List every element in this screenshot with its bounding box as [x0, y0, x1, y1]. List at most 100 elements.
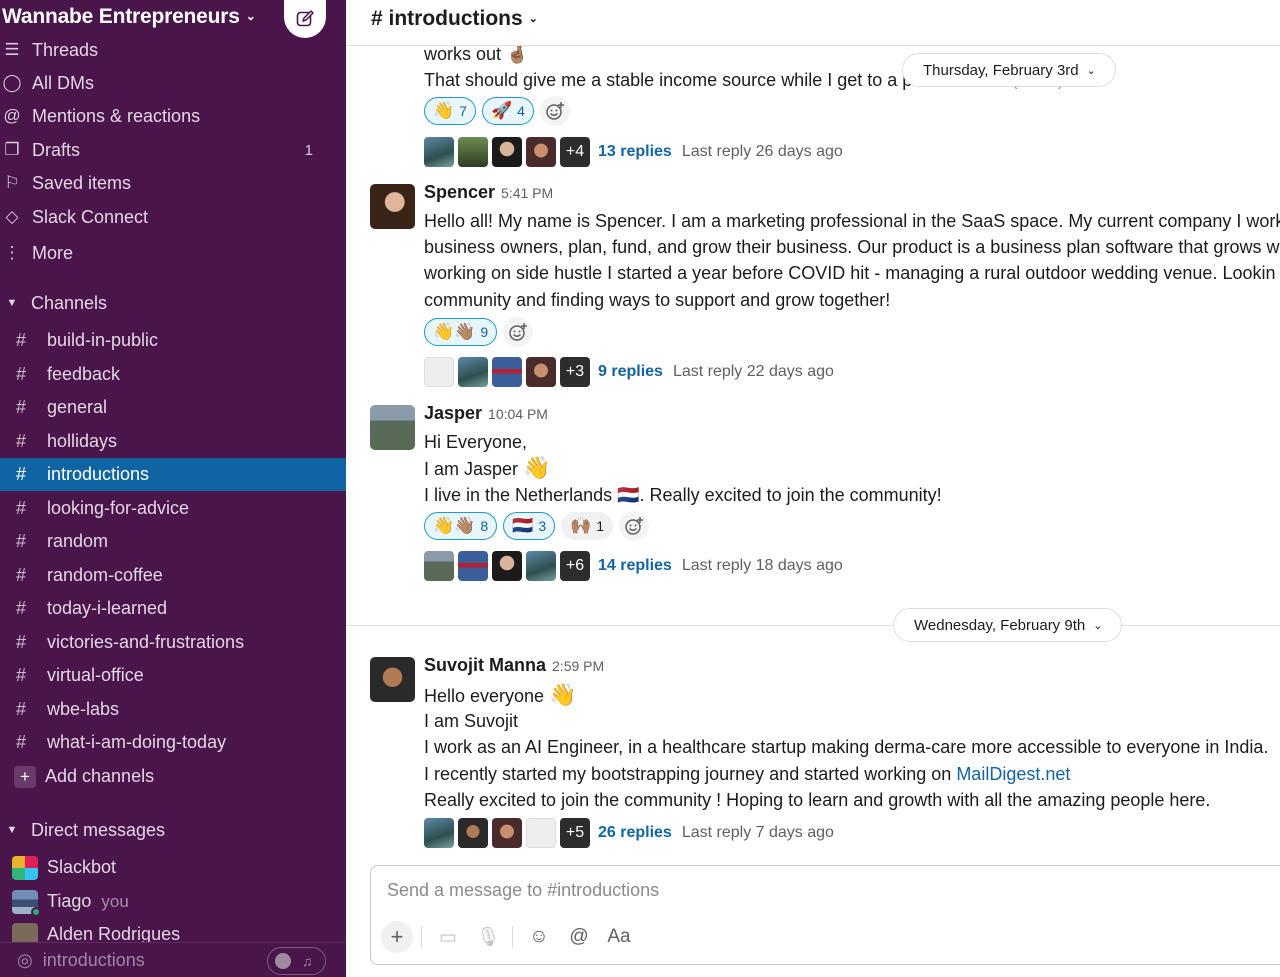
reaction-pill[interactable]: 👋👋🏽 9 [424, 318, 498, 346]
message-text: Hello all! My name is Spencer. I am a ma… [424, 211, 1280, 231]
bookmark-icon: ⚐ [4, 173, 20, 192]
dm-tiago[interactable]: Tiago you [0, 885, 346, 918]
at-icon: @ [3, 106, 21, 125]
channel-label: wbe-labs [47, 699, 120, 719]
nav-label: Saved items [32, 172, 132, 193]
channel-build-in-public[interactable]: # build-in-public [0, 324, 346, 357]
channel-label: what-i-am-doing-today [47, 732, 227, 752]
channel-looking-for-advice[interactable]: # looking-for-advice [0, 492, 346, 525]
sender-name[interactable]: Suvojit Manna [424, 655, 546, 675]
connect-icon: ◇ [5, 207, 19, 226]
channel-random-coffee[interactable]: # random-coffee [0, 559, 346, 592]
avatar [526, 137, 556, 167]
channel-label: random-coffee [47, 565, 163, 585]
date-label: Thursday, February 3rd [923, 61, 1079, 79]
toggle-knob [275, 953, 291, 969]
date-divider-button[interactable]: Wednesday, February 9th ⌄ [893, 608, 1123, 642]
channel-random[interactable]: # random [0, 525, 346, 558]
reaction-count: 1 [596, 518, 605, 534]
compose-button[interactable] [284, 0, 326, 38]
avatar [526, 357, 556, 387]
reaction-pill[interactable]: 🙌🏽 1 [561, 512, 614, 540]
reaction-pill[interactable]: 🚀 4 [481, 97, 534, 125]
replies-link[interactable]: 13 replies [598, 143, 672, 161]
huddle-toggle[interactable]: ♫ [267, 947, 326, 975]
attach-button[interactable]: + [381, 921, 413, 953]
add-reaction-button[interactable] [539, 96, 570, 126]
timestamp[interactable]: 5:41 PM [501, 185, 553, 201]
avatar[interactable] [370, 405, 415, 450]
avatar[interactable] [370, 184, 415, 229]
channels-section-toggle[interactable]: ▼ Channels [0, 288, 346, 318]
netherlands-flag-emoji: 🇳🇱 [617, 485, 640, 505]
reaction-pill[interactable]: 👋👋🏽 8 [424, 512, 498, 540]
channel-feedback[interactable]: # feedback [0, 358, 346, 391]
nav-threads[interactable]: ☰ Threads [0, 35, 346, 65]
reaction-pill[interactable]: 🇳🇱 3 [503, 512, 556, 540]
mention-button[interactable]: @ [563, 921, 595, 953]
replies-link[interactable]: 9 replies [598, 363, 663, 381]
channel-wbe-labs[interactable]: # wbe-labs [0, 693, 346, 726]
nav-mentions[interactable]: @ Mentions & reactions [0, 101, 346, 131]
chevron-down-icon: ⌄ [1086, 64, 1096, 77]
nav-label: Mentions & reactions [32, 105, 201, 126]
thread-summary[interactable]: +3 9 replies Last reply 22 days ago [424, 357, 834, 387]
channel-hollidays[interactable]: # hollidays [0, 425, 346, 458]
channel-introductions[interactable]: # introductions [0, 458, 346, 491]
avatar [492, 357, 522, 387]
maildigest-link[interactable]: MailDigest.net [956, 764, 1070, 784]
huddle-channel: introductions [42, 949, 145, 970]
emoji-button[interactable]: ☺ [523, 921, 555, 953]
nav-all-dms[interactable]: ◯ All DMs [0, 68, 346, 98]
reactions: 👋👋🏽 8 🇳🇱 3 🙌🏽 1 [424, 511, 650, 541]
avatar [458, 551, 488, 581]
divider [512, 926, 513, 948]
caret-down-icon: ▼ [6, 297, 18, 309]
channel-victories-and-frustrations[interactable]: # victories-and-frustrations [0, 626, 346, 659]
add-reaction-icon [509, 323, 528, 341]
divider [346, 625, 1280, 626]
huddle-icon: ◎ [17, 949, 33, 970]
avatar [424, 357, 454, 387]
date-divider-button[interactable]: Thursday, February 3rd ⌄ [902, 53, 1116, 87]
channel-what-i-am-doing-today[interactable]: # what-i-am-doing-today [0, 726, 346, 759]
timestamp[interactable]: 2:59 PM [552, 658, 604, 674]
timestamp[interactable]: 10:04 PM [488, 406, 548, 422]
hash-icon: # [16, 632, 27, 652]
avatar [458, 818, 488, 848]
channel-title-button[interactable]: # introductions ⌄ [371, 7, 538, 31]
sender-name[interactable]: Jasper [424, 403, 482, 423]
thread-summary[interactable]: +6 14 replies Last reply 18 days ago [424, 551, 843, 581]
channel-today-i-learned[interactable]: # today-i-learned [0, 592, 346, 625]
message-input[interactable]: Send a message to #introductions [387, 880, 659, 901]
thread-summary[interactable]: +4 13 replies Last reply 26 days ago [424, 137, 843, 167]
reaction-count: 9 [480, 324, 489, 340]
nav-slack-connect[interactable]: ◇ Slack Connect [0, 202, 346, 232]
thread-summary[interactable]: +5 26 replies Last reply 7 days ago [424, 818, 834, 848]
hash-icon: # [16, 665, 27, 685]
add-reaction-button[interactable] [619, 511, 650, 541]
channel-label: today-i-learned [47, 598, 168, 618]
microphone-button[interactable]: 🎙 [472, 921, 504, 953]
workspace-switcher[interactable]: Wannabe Entrepreneurs ⌄ [2, 5, 256, 29]
channel-virtual-office[interactable]: # virtual-office [0, 659, 346, 692]
replies-link[interactable]: 26 replies [598, 824, 672, 842]
last-reply: Last reply 7 days ago [681, 824, 834, 841]
dm-section-toggle[interactable]: ▼ Direct messages [0, 815, 346, 845]
add-reaction-button[interactable] [503, 317, 534, 347]
replies-link[interactable]: 14 replies [598, 557, 672, 575]
avatar[interactable] [370, 657, 415, 702]
nav-saved[interactable]: ⚐ Saved items [0, 168, 346, 198]
nav-drafts[interactable]: ❐ Drafts 1 [0, 135, 346, 165]
message-header: Spencer 5:41 PM [424, 182, 553, 203]
add-channels-button[interactable]: + Add channels [0, 760, 346, 793]
sender-name[interactable]: Spencer [424, 182, 495, 202]
dm-slackbot[interactable]: Slackbot [0, 851, 346, 884]
compose-icon [296, 10, 314, 27]
formatting-button[interactable]: Aa [603, 921, 635, 953]
reaction-pill[interactable]: 👋 7 [424, 97, 476, 125]
video-button[interactable]: ▭ [432, 921, 464, 953]
nav-more[interactable]: ⋮ More [0, 238, 346, 268]
chevron-down-icon: ⌄ [528, 13, 538, 25]
channel-general[interactable]: # general [0, 391, 346, 424]
